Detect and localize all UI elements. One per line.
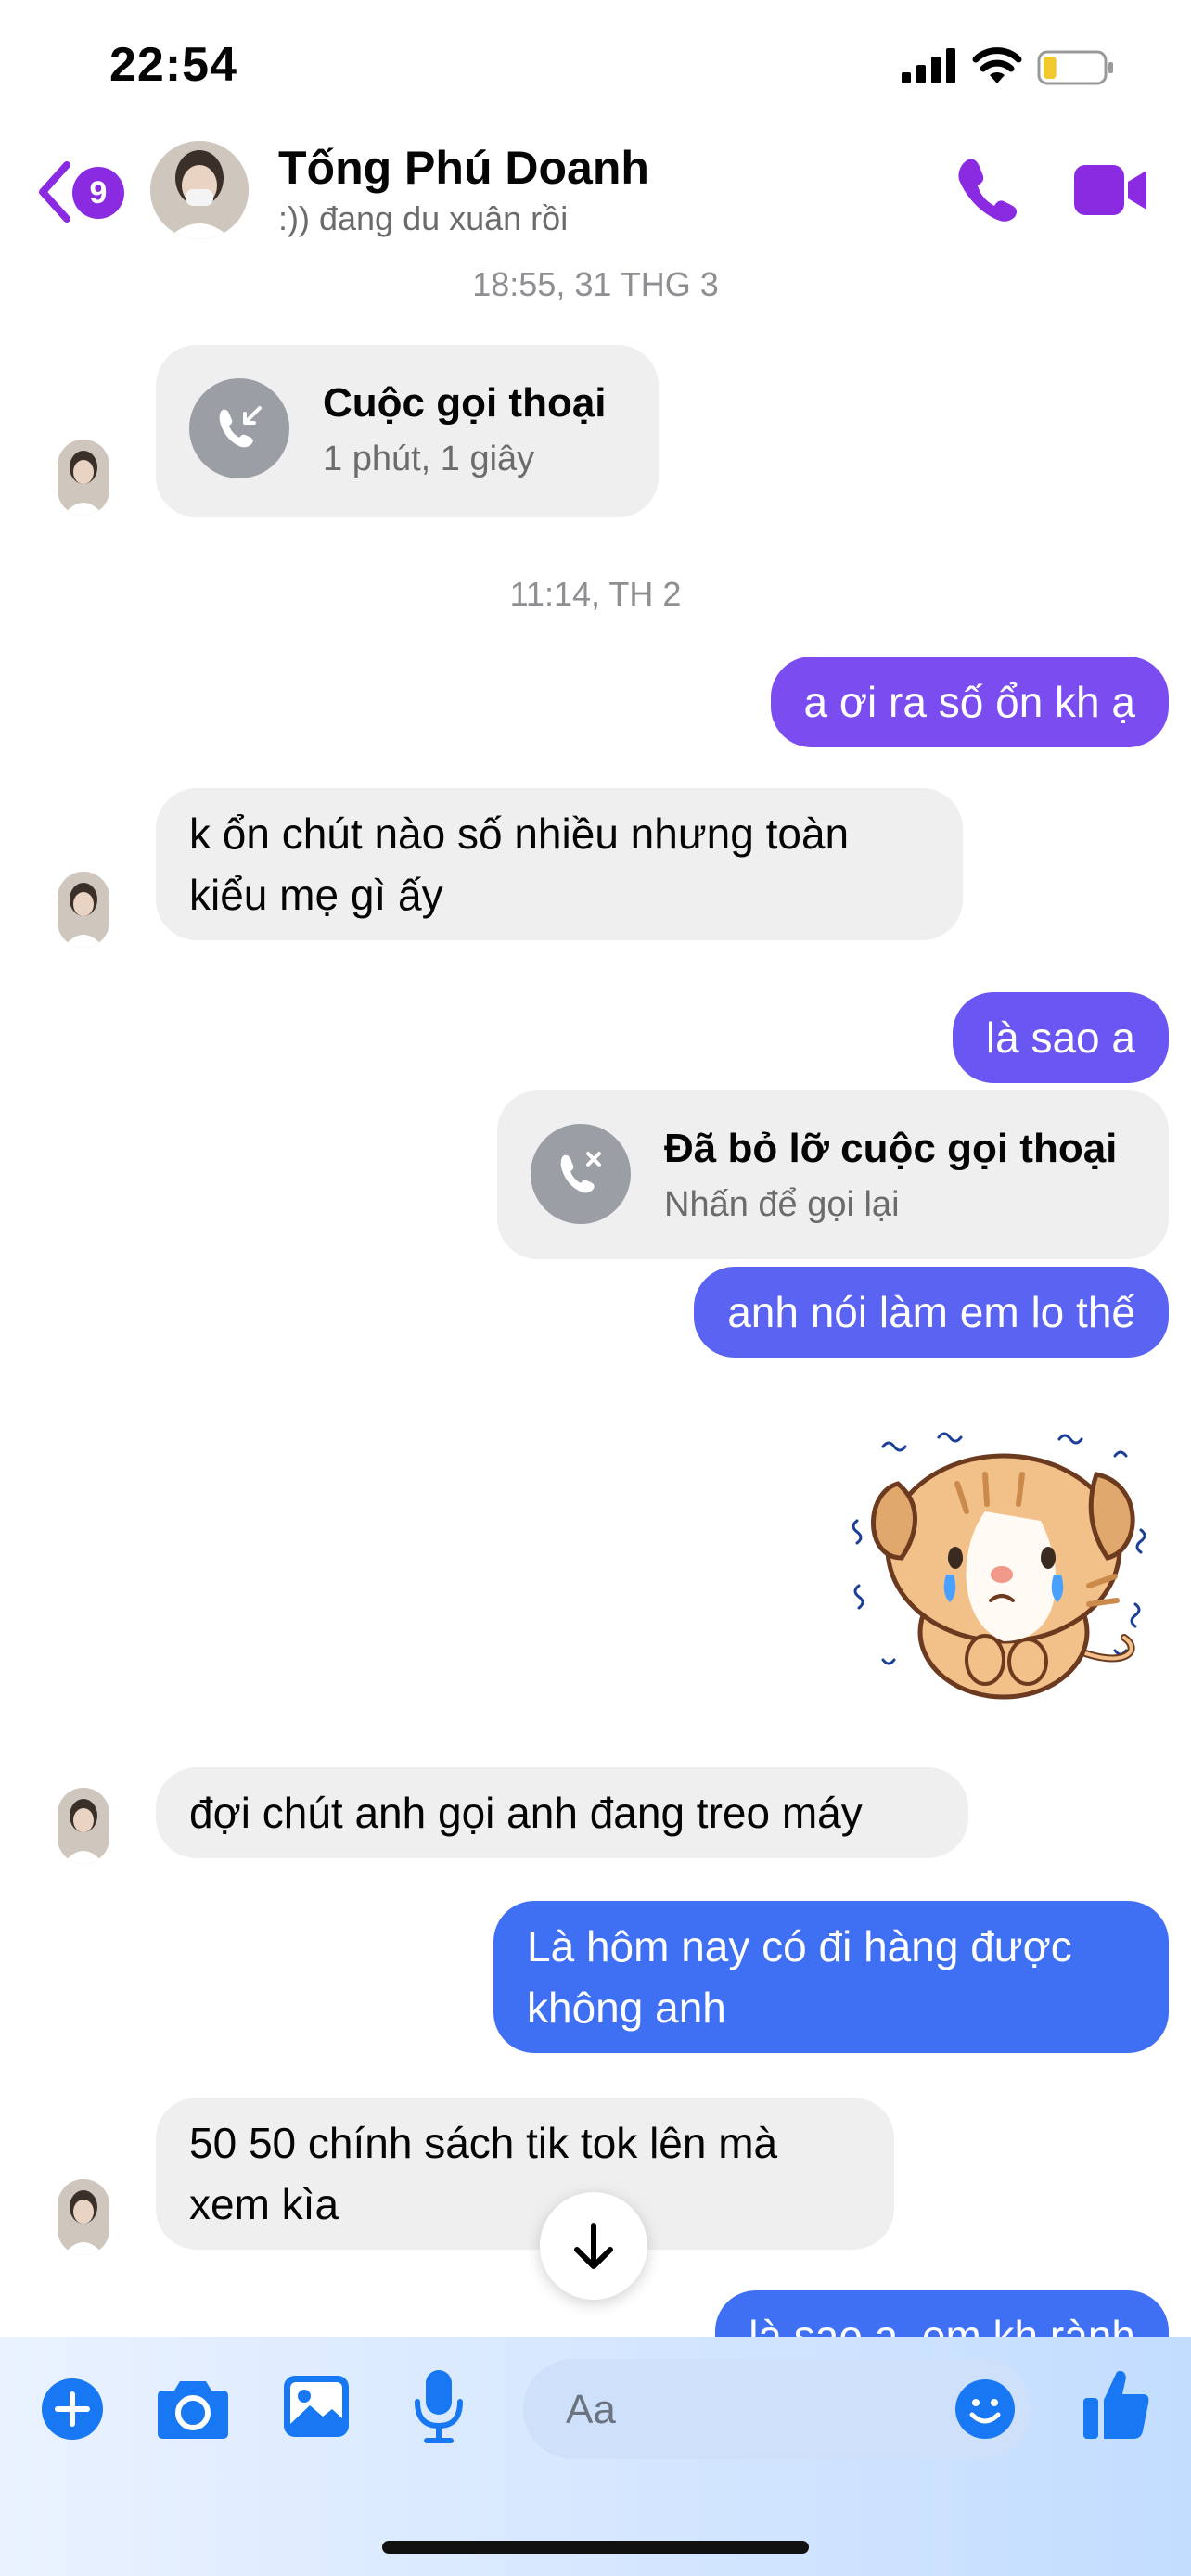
status-time: 22:54	[109, 38, 237, 92]
missed-call-icon	[531, 1124, 631, 1224]
sender-avatar	[58, 2179, 109, 2255]
image-icon[interactable]	[284, 2376, 349, 2437]
incoming-message[interactable]: đợi chút anh gọi anh đang treo máy	[156, 1767, 968, 1858]
video-camera-icon[interactable]	[1074, 163, 1148, 217]
plus-icon[interactable]	[41, 2378, 104, 2441]
missed-call-card[interactable]: Đã bỏ lỡ cuộc gọi thoại Nhấn để gọi lại	[497, 1090, 1169, 1259]
call-back-hint: Nhấn để gọi lại	[664, 1185, 900, 1224]
unread-count-badge[interactable]: 9	[72, 167, 124, 219]
outgoing-message[interactable]: anh nói làm em lo thế	[694, 1267, 1169, 1358]
outgoing-message[interactable]: Là hôm nay có đi hàng được không anh	[493, 1901, 1169, 2053]
message-input-placeholder: Aa	[566, 2387, 616, 2432]
home-indicator	[382, 2541, 809, 2554]
cellular-signal-icon	[902, 48, 955, 83]
microphone-icon[interactable]	[414, 2370, 464, 2444]
contact-avatar[interactable]	[150, 141, 249, 239]
sender-avatar	[58, 872, 109, 948]
sender-avatar	[58, 440, 109, 516]
voice-call-card[interactable]: Cuộc gọi thoại 1 phút, 1 giây	[156, 345, 659, 517]
incoming-message[interactable]: k ổn chút nào số nhiều nhưng toàn kiểu m…	[156, 788, 963, 940]
phone-icon[interactable]	[955, 156, 1018, 223]
crying-cat-sticker[interactable]	[846, 1419, 1159, 1715]
call-duration: 1 phút, 1 giây	[323, 440, 535, 478]
arrow-down-icon	[574, 2223, 613, 2269]
outgoing-message[interactable]: là sao a	[952, 992, 1169, 1083]
message-timestamp: 11:14, TH 2	[509, 575, 682, 613]
scroll-to-bottom-button[interactable]	[540, 2192, 647, 2300]
incoming-message[interactable]: 50 50 chính sách tik tok lên mà xem kìa	[156, 2098, 894, 2250]
battery-icon	[1037, 50, 1113, 85]
incoming-call-icon	[189, 378, 289, 478]
thumbs-up-icon[interactable]	[1083, 2366, 1150, 2441]
contact-name[interactable]: Tống Phú Doanh	[278, 141, 649, 195]
camera-icon[interactable]	[158, 2378, 228, 2439]
contact-status: :)) đang du xuân rồi	[278, 199, 569, 237]
emoji-icon[interactable]	[954, 2378, 1017, 2441]
outgoing-message[interactable]: a ơi ra số ổn kh ạ	[770, 657, 1169, 747]
call-title: Cuộc gọi thoại	[323, 380, 607, 426]
call-title: Đã bỏ lỡ cuộc gọi thoại	[664, 1126, 1118, 1171]
wifi-icon	[972, 47, 1022, 83]
back-chevron-icon[interactable]	[35, 159, 72, 224]
status-bar: 22:54	[0, 0, 1191, 139]
sender-avatar	[58, 1788, 109, 1864]
message-timestamp: 18:55, 31 THG 3	[472, 265, 719, 303]
